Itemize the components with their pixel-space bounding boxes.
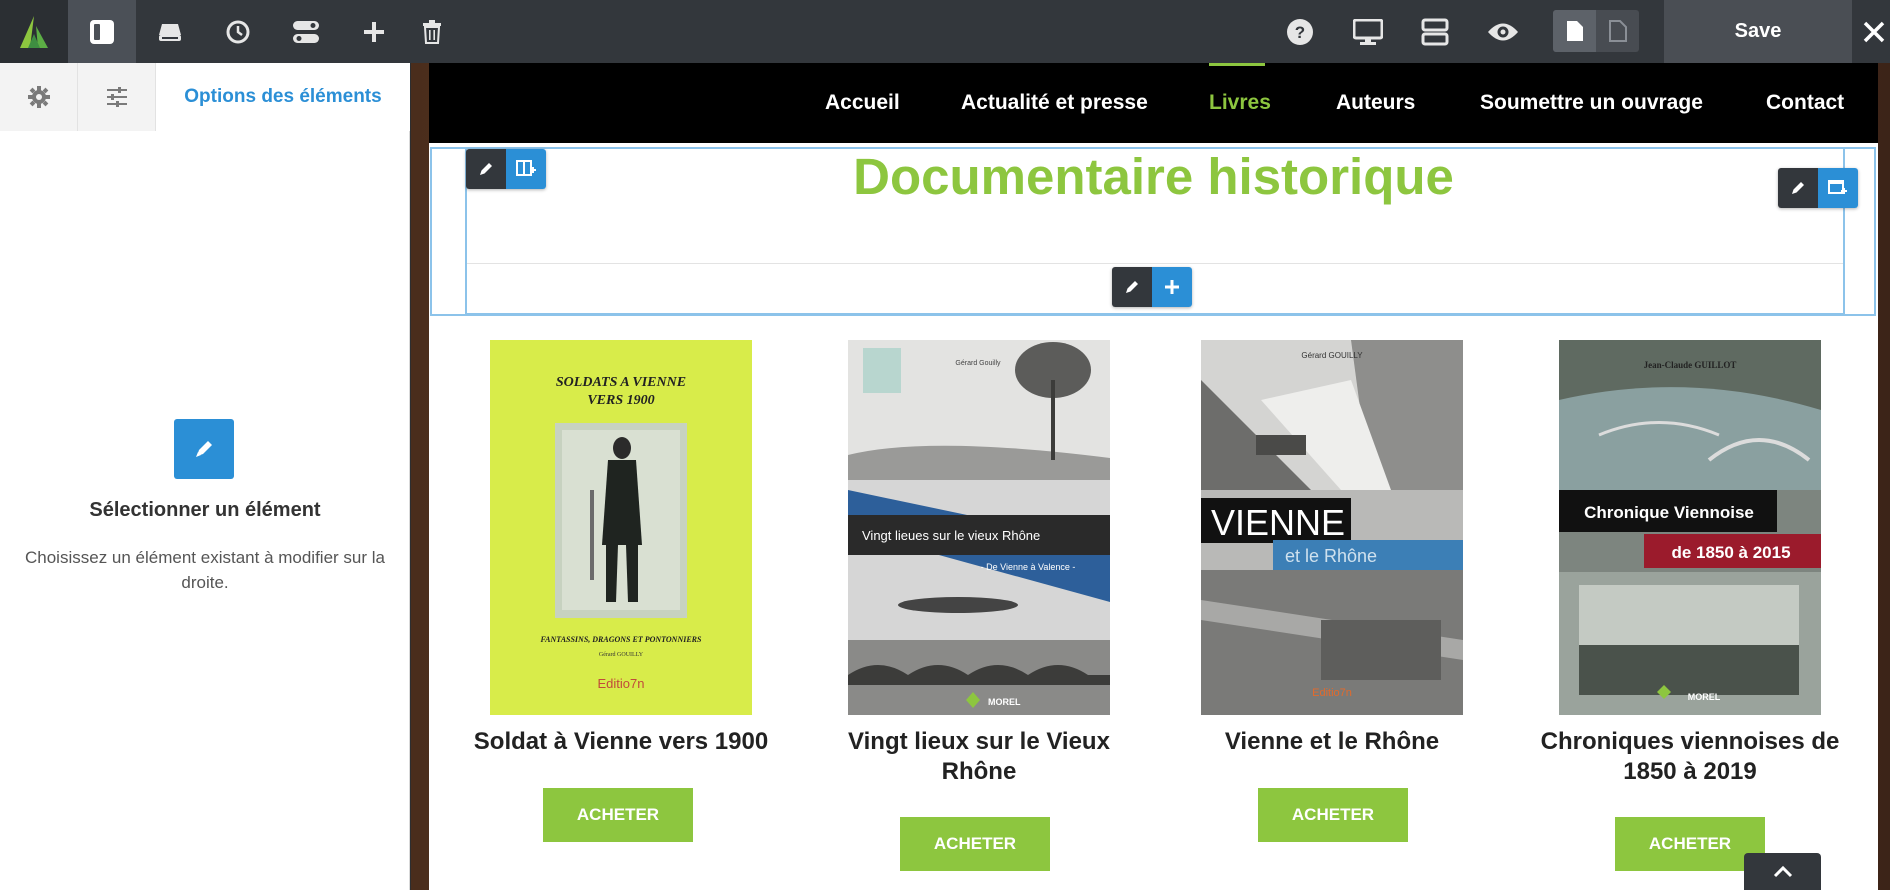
select-element-pencil-icon <box>174 419 234 479</box>
book-card[interactable]: Gérard Gouilly Vingt lieues sur le vieux… <box>848 340 1110 715</box>
svg-text:FANTASSINS, DRAGONS ET PONTONN: FANTASSINS, DRAGONS ET PONTONNIERS <box>540 635 702 644</box>
site-preview: Accueil Actualité et presse Livres Auteu… <box>429 63 1878 890</box>
buy-button[interactable]: ACHETER <box>1258 788 1408 842</box>
book-card[interactable]: Jean-Claude GUILLOT Chronique Viennoise … <box>1559 340 1821 715</box>
desktop-icon[interactable] <box>1334 0 1402 63</box>
nav-item-livres[interactable]: Livres <box>1209 63 1271 143</box>
book-cover-image: Gérard Gouilly Vingt lieues sur le vieux… <box>848 340 1110 715</box>
section-controls <box>1778 168 1858 208</box>
page-icon[interactable] <box>1553 10 1596 52</box>
svg-text:SOLDATS A VIENNE: SOLDATS A VIENNE <box>556 375 686 390</box>
close-icon[interactable] <box>1858 0 1890 63</box>
svg-text:VIENNE: VIENNE <box>1211 502 1345 543</box>
nav-item-accueil[interactable]: Accueil <box>825 63 900 143</box>
edit-row-icon[interactable] <box>466 149 506 189</box>
svg-text:Editio7n: Editio7n <box>1312 687 1352 699</box>
page-mode-toggle <box>1553 10 1639 52</box>
svg-text:?: ? <box>1295 23 1305 42</box>
layers-icon[interactable] <box>136 0 204 63</box>
sliders-tab[interactable] <box>78 63 156 131</box>
svg-text:VERS 1900: VERS 1900 <box>587 393 654 408</box>
add-column-icon[interactable] <box>506 149 546 189</box>
sliders-icon <box>106 87 127 107</box>
buy-button[interactable]: ACHETER <box>1615 817 1765 871</box>
module-controls <box>1112 267 1192 307</box>
select-element-description: Choisissez un élément existant à modifie… <box>25 548 385 592</box>
tab-element-options[interactable]: Options des éléments <box>156 63 410 131</box>
nav-item-soumettre[interactable]: Soumettre un ouvrage <box>1480 63 1703 143</box>
gear-icon <box>27 86 50 108</box>
svg-text:MOREL: MOREL <box>988 697 1021 707</box>
page-outline-icon[interactable] <box>1596 10 1639 52</box>
book-cover-image: SOLDATS A VIENNE VERS 1900 FANTASSINS, D… <box>490 340 752 715</box>
preview-eye-icon[interactable] <box>1469 0 1537 63</box>
editor-toolbar: ? Save <box>0 0 1890 63</box>
nav-item-auteurs[interactable]: Auteurs <box>1336 63 1415 143</box>
history-icon[interactable] <box>204 0 272 63</box>
book-title[interactable]: Vingt lieux sur le Vieux Rhône <box>819 727 1139 787</box>
select-element-title: Sélectionner un élément <box>89 499 321 521</box>
svg-text:Gérard GOUILLY: Gérard GOUILLY <box>599 652 644 658</box>
svg-text:Gérard Gouilly: Gérard Gouilly <box>955 360 1001 367</box>
svg-text:Chronique Viennoise: Chronique Viennoise <box>1584 503 1754 522</box>
svg-text:de 1850 à 2015: de 1850 à 2015 <box>1671 543 1790 562</box>
save-button[interactable]: Save <box>1664 0 1852 63</box>
stack-icon[interactable] <box>1401 0 1469 63</box>
logo-icon[interactable] <box>0 0 68 63</box>
nav-item-contact[interactable]: Contact <box>1766 63 1844 143</box>
book-card[interactable]: Gérard GOUILLY VIENNE et le Rhône Editio… <box>1201 340 1463 715</box>
svg-text:Jean-Claude GUILLOT: Jean-Claude GUILLOT <box>1644 360 1737 370</box>
section-heading[interactable]: Documentaire historique <box>429 147 1878 206</box>
toggle-icon[interactable] <box>272 0 340 63</box>
edit-section-icon[interactable] <box>1778 168 1818 208</box>
book-card[interactable]: SOLDATS A VIENNE VERS 1900 FANTASSINS, D… <box>490 340 752 715</box>
book-cover-image: Jean-Claude GUILLOT Chronique Viennoise … <box>1559 340 1821 715</box>
svg-text:MOREL: MOREL <box>1688 692 1721 702</box>
settings-tab[interactable] <box>0 63 78 131</box>
row-separator <box>467 263 1843 264</box>
row-controls <box>466 149 546 189</box>
book-title[interactable]: Soldat à Vienne vers 1900 <box>461 727 781 757</box>
svg-text:et le Rhône: et le Rhône <box>1285 546 1377 566</box>
site-nav: Accueil Actualité et presse Livres Auteu… <box>429 63 1878 143</box>
svg-text:- De Vienne à Valence -: - De Vienne à Valence - <box>981 562 1076 572</box>
add-module-icon[interactable] <box>1152 267 1192 307</box>
buy-button[interactable]: ACHETER <box>900 817 1050 871</box>
book-title[interactable]: Chroniques viennoises de 1850 à 2019 <box>1530 727 1850 787</box>
svg-text:Gérard GOUILLY: Gérard GOUILLY <box>1301 351 1363 360</box>
book-cover-image: Gérard GOUILLY VIENNE et le Rhône Editio… <box>1201 340 1463 715</box>
trash-icon[interactable] <box>398 0 466 63</box>
buy-button[interactable]: ACHETER <box>543 788 693 842</box>
nav-item-actualite[interactable]: Actualité et presse <box>961 63 1148 143</box>
sidebar-toggle-icon[interactable] <box>68 0 136 63</box>
panel-tabs: Options des éléments <box>0 63 410 131</box>
element-options-panel: Options des éléments Sélectionner un élé… <box>0 63 410 890</box>
svg-text:Vingt lieues sur le vieux Rhôn: Vingt lieues sur le vieux Rhône <box>862 528 1040 543</box>
svg-text:Editio7n: Editio7n <box>598 676 645 691</box>
book-title[interactable]: Vienne et le Rhône <box>1172 727 1492 757</box>
add-section-icon[interactable] <box>1818 168 1858 208</box>
edit-module-icon[interactable] <box>1112 267 1152 307</box>
scroll-to-top-button[interactable] <box>1744 853 1821 890</box>
help-icon[interactable]: ? <box>1266 0 1334 63</box>
chevron-up-icon <box>1773 865 1792 877</box>
